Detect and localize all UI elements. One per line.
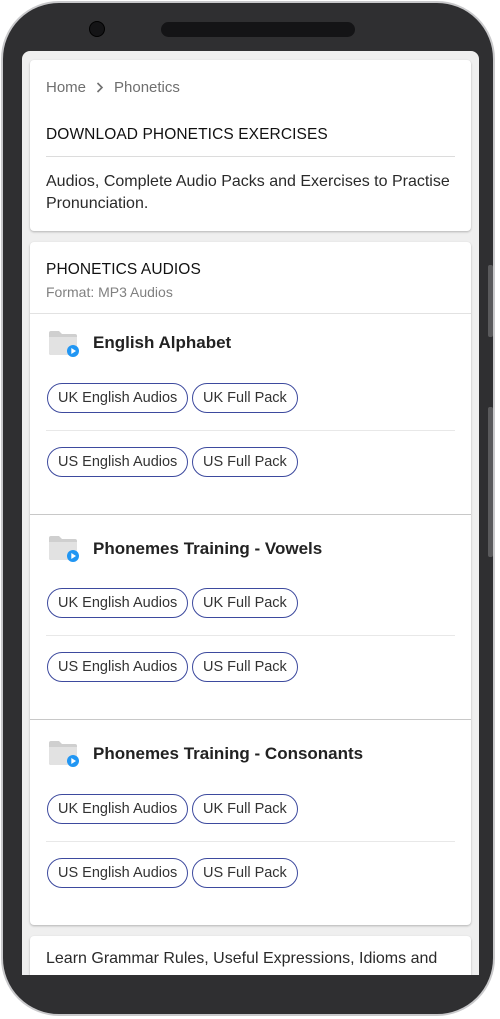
us-full-pack-button[interactable]: US Full Pack [192,652,298,682]
breadcrumb: Home Phonetics [46,79,180,96]
speaker-grille [161,22,355,37]
grammar-teaser-text: Learn Grammar Rules, Useful Expressions,… [46,950,438,967]
us-english-audios-button[interactable]: US English Audios [47,447,189,477]
section-divider [30,719,471,720]
uk-full-pack-button[interactable]: UK Full Pack [192,794,298,824]
page-title: DOWNLOAD PHONETICS EXERCISES [46,126,328,143]
audio-folder-icon [49,536,79,562]
phonetics-audios-card: PHONETICS AUDIOS Format: MP3 Audios Engl… [30,242,471,925]
phone-frame: Home Phonetics DOWNLOAD PHONETICS EXERCI… [1,1,495,1016]
audio-folder-icon [49,331,79,357]
page-description: Audios, Complete Audio Packs and Exercis… [46,173,450,212]
section-title-english-alphabet: English Alphabet [93,333,232,352]
uk-english-audios-button[interactable]: UK English Audios [47,383,189,413]
us-full-pack-button[interactable]: US Full Pack [192,447,298,477]
breadcrumb-home-link[interactable]: Home [46,79,86,96]
uk-english-audios-button[interactable]: UK English Audios [47,794,189,824]
divider [46,635,455,636]
screen: Home Phonetics DOWNLOAD PHONETICS EXERCI… [22,51,479,975]
grammar-card: Learn Grammar Rules, Useful Expressions,… [30,936,471,975]
us-english-audios-button[interactable]: US English Audios [47,652,189,682]
section-divider [30,514,471,515]
chevron-right-icon [96,80,104,96]
us-english-audios-button[interactable]: US English Audios [47,858,189,888]
audio-folder-icon [49,741,79,767]
camera-icon [89,21,105,37]
power-button [488,407,493,557]
divider [30,313,471,314]
intro-card: Home Phonetics DOWNLOAD PHONETICS EXERCI… [30,60,471,231]
breadcrumb-current: Phonetics [114,79,180,96]
us-full-pack-button[interactable]: US Full Pack [192,858,298,888]
volume-button [488,265,493,337]
uk-full-pack-button[interactable]: UK Full Pack [192,383,298,413]
divider [46,841,455,842]
section-title-vowels: Phonemes Training - Vowels [93,539,323,558]
divider [46,156,455,157]
section-heading: PHONETICS AUDIOS [46,261,201,278]
uk-full-pack-button[interactable]: UK Full Pack [192,588,298,618]
section-title-consonants: Phonemes Training - Consonants [93,744,364,763]
uk-english-audios-button[interactable]: UK English Audios [47,588,189,618]
format-label: Format: MP3 Audios [46,284,173,300]
divider [46,430,455,431]
